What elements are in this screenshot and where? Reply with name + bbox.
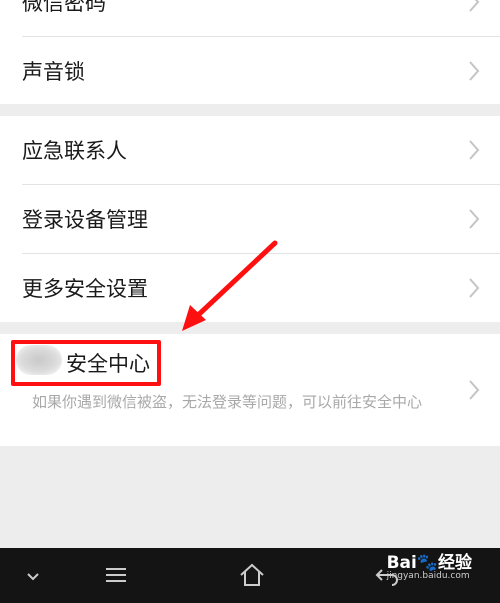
watermark-url: jingyan.baidu.com <box>386 571 470 581</box>
menu-icon[interactable] <box>104 566 128 588</box>
red-arrow-annotation <box>182 240 278 331</box>
home-icon[interactable] <box>238 562 266 592</box>
watermark: Bai🐾经验 jingyan.baidu.com <box>387 548 472 581</box>
watermark-brand: Bai🐾经验 <box>386 553 472 573</box>
chevron-down-icon[interactable] <box>26 568 40 587</box>
